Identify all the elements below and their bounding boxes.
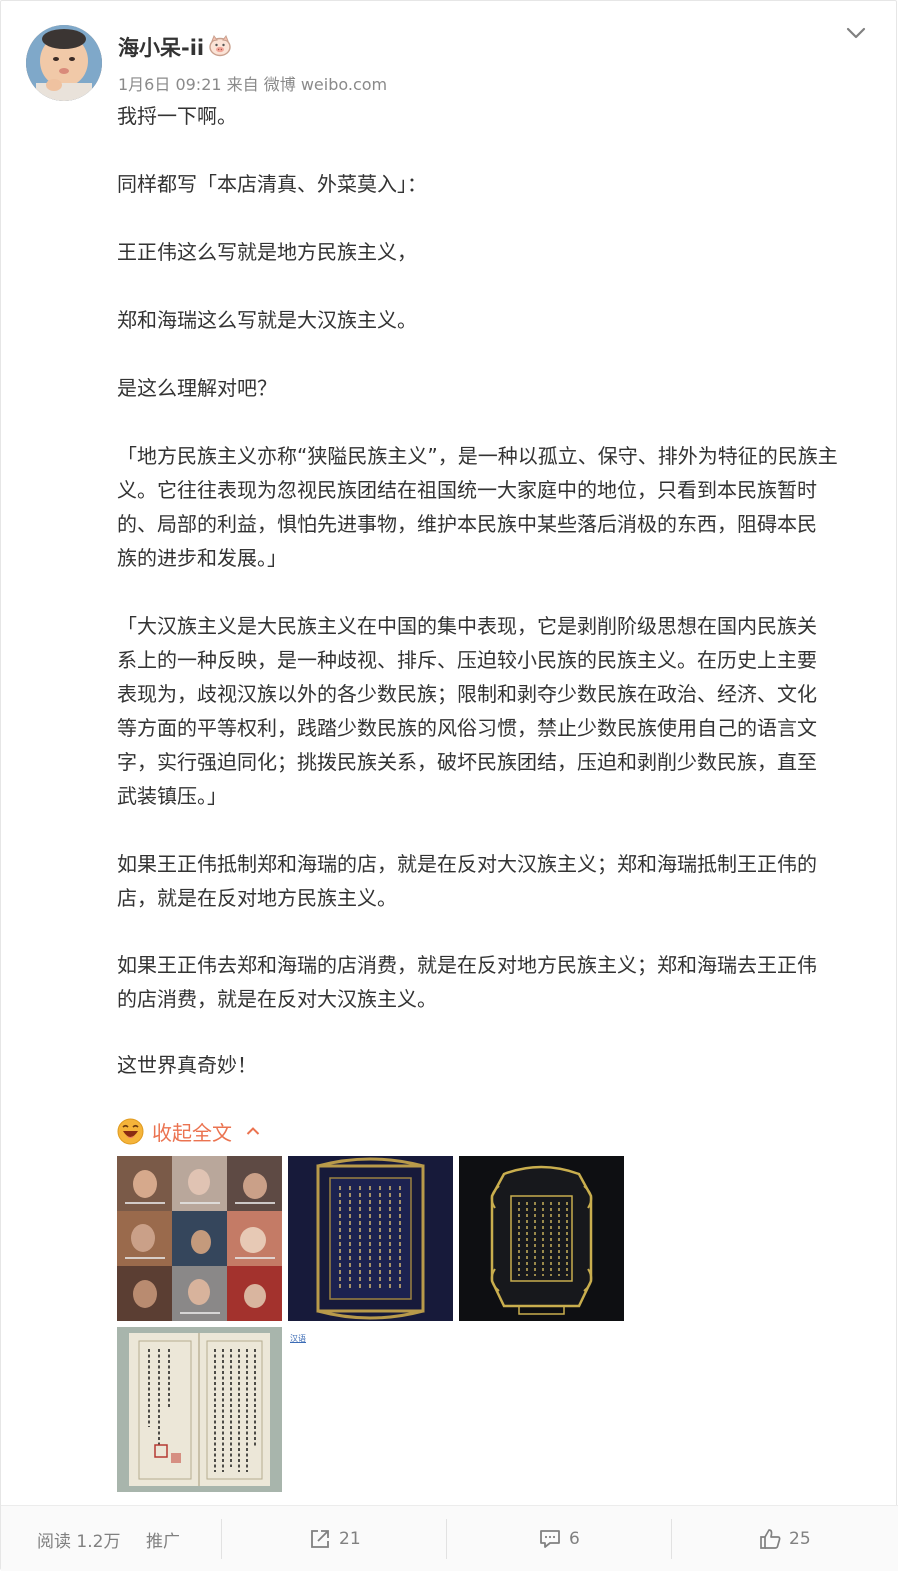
username[interactable]: 海小呆-ii xyxy=(118,32,204,62)
user-avatar[interactable] xyxy=(26,25,102,101)
laughing-emoji-icon xyxy=(117,1118,144,1144)
post-image-4[interactable] xyxy=(117,1327,282,1492)
comment-button[interactable]: 6 xyxy=(539,1506,580,1572)
post-text-line: 系上的一种反映，是一种歧视、排斥、压迫较小民族的民族主义。在历史上主要 xyxy=(117,648,817,672)
post-text-line: 表现为，歧视汉族以外的各少数民族；限制和剥夺少数民族在政治、经济、文化 xyxy=(117,682,817,706)
promote-link[interactable]: 推广 xyxy=(146,1506,180,1572)
repost-icon xyxy=(311,1530,329,1548)
collapse-full-text-button[interactable]: 收起全文 xyxy=(117,1116,260,1146)
post-image-2[interactable] xyxy=(288,1156,453,1321)
post-text-line: 「地方民族主义亦称“狭隘民族主义”，是一种以孤立、保守、排外为特征的民族主 xyxy=(117,444,838,468)
member-pig-icon[interactable] xyxy=(207,35,233,57)
collapse-label: 收起全文 xyxy=(152,1120,232,1145)
image-5-heading: 汉语 xyxy=(290,1334,306,1343)
post-image-1[interactable] xyxy=(117,1156,282,1321)
post-text-line: 郑和海瑞这么写就是大汉族主义。 xyxy=(117,308,417,332)
chevron-down-icon[interactable] xyxy=(845,25,867,41)
divider xyxy=(221,1519,222,1559)
post-text-line: 字，实行强迫同化；挑拨民族关系，破坏民族团结，压迫和剥削少数民族，直至 xyxy=(117,750,817,774)
post-text-line: 店，就是在反对地方民族主义。 xyxy=(117,886,397,910)
post-text-line: 如果王正伟去郑和海瑞的店消费，就是在反对地方民族主义；郑和海瑞去王正伟 xyxy=(117,953,817,977)
read-count: 阅读 1.2万 xyxy=(37,1531,121,1552)
comment-icon xyxy=(540,1530,560,1548)
post-text-line: 的店消费，就是在反对大汉族主义。 xyxy=(117,987,437,1011)
post-text-line: 的、局部的利益，惧怕先进事物，维护本民族中某些落后消极的东西，阻碍本民 xyxy=(117,512,817,536)
post-text-line: 族的进步和发展。」 xyxy=(117,546,287,570)
comment-count: 6 xyxy=(569,1529,580,1549)
post-text-line: 「大汉族主义是大民族主义在中国的集中表现，它是剥削阶级思想在国内民族关 xyxy=(117,614,817,638)
post-image-5[interactable]: 汉语 主事臣周钧谨奏：为直言天下第一事，以正君道万物之主也。惟其为天下臣民万物之… xyxy=(288,1327,453,1492)
post-text-line: 这世界真奇妙！ xyxy=(117,1053,257,1077)
repost-button[interactable]: 21 xyxy=(309,1506,361,1572)
like-count: 25 xyxy=(789,1529,811,1549)
repost-count: 21 xyxy=(339,1529,361,1549)
post-footer-toolbar: 阅读 1.2万 推广 21 6 25 xyxy=(1,1505,898,1571)
post-text-line: 我捋一下啊。 xyxy=(117,104,237,128)
post-text-line: 王正伟这么写就是地方民族主义， xyxy=(117,240,417,264)
weibo-post-card: 海小呆-ii 1月6日 09:21 来自 微博 weibo.com 我捋一下啊。… xyxy=(0,0,898,1571)
post-text-line: 义。它往往表现为忽视民族团结在祖国统一大家庭中的地位，只看到本民族暂时 xyxy=(117,478,817,502)
post-text-line: 如果王正伟抵制郑和海瑞的店，就是在反对大汉族主义；郑和海瑞抵制王正伟的 xyxy=(117,852,817,876)
chevron-up-icon xyxy=(246,1127,260,1135)
post-text-line: 是这么理解对吧？ xyxy=(117,376,277,400)
divider xyxy=(446,1519,447,1559)
post-text-line: 同样都写「本店清真、外菜莫入」： xyxy=(117,172,427,196)
post-meta: 1月6日 09:21 来自 微博 weibo.com xyxy=(118,75,388,94)
divider xyxy=(671,1519,672,1559)
like-button[interactable]: 25 xyxy=(759,1506,811,1572)
post-image-3[interactable] xyxy=(459,1156,624,1321)
post-text-line: 武装镇压。」 xyxy=(117,784,227,808)
thumbs-up-icon xyxy=(760,1529,781,1549)
post-text-line: 等方面的平等权利，践踏少数民族的风俗习惯，禁止少数民族使用自己的语言文 xyxy=(117,716,817,740)
